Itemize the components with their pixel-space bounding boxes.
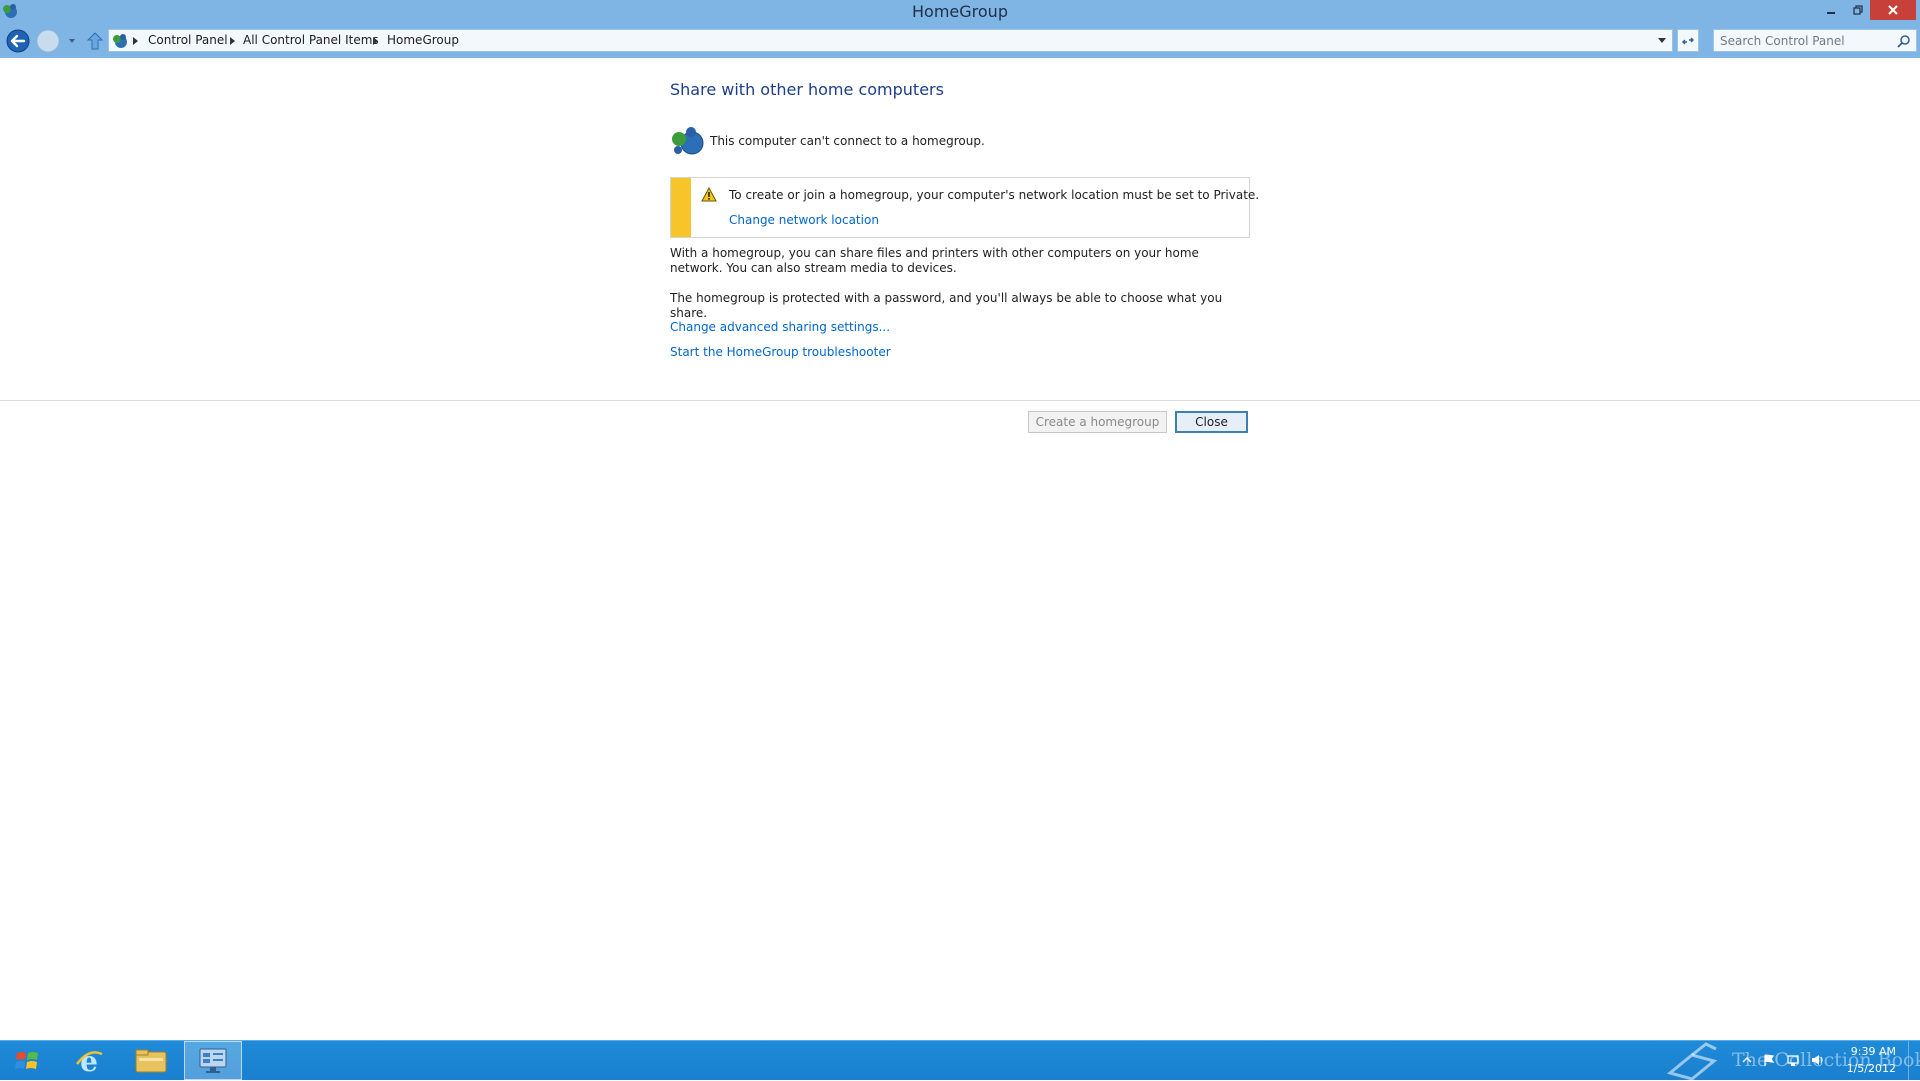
window-title: HomeGroup <box>912 2 1008 21</box>
homegroup-troubleshooter-link[interactable]: Start the HomeGroup troubleshooter <box>670 345 891 359</box>
minimize-button[interactable] <box>1816 0 1846 20</box>
recent-pages-dropdown-icon[interactable] <box>66 35 78 47</box>
homegroup-description: With a homegroup, you can share files an… <box>670 246 1199 275</box>
action-center-flag-icon[interactable] <box>1762 1053 1776 1067</box>
search-input[interactable] <box>1720 33 1890 48</box>
close-window-button[interactable] <box>1870 0 1916 20</box>
taskbar: e The Collection Book 9:39 AM 1/5/2012 <box>0 1040 1920 1081</box>
volume-icon[interactable] <box>1810 1053 1824 1067</box>
taskbar-control-panel[interactable] <box>184 1041 242 1080</box>
taskbar-internet-explorer[interactable]: e <box>60 1041 118 1080</box>
file-explorer-icon <box>135 1049 167 1072</box>
control-panel-icon <box>199 1048 227 1073</box>
breadcrumb-chevron-icon[interactable] <box>373 37 378 45</box>
homegroup-password-note: The homegroup is protected with a passwo… <box>670 291 1223 320</box>
warning-text: To create or join a homegroup, your comp… <box>729 188 1260 202</box>
forward-arrow-icon <box>36 29 60 53</box>
address-dropdown-icon[interactable] <box>1658 38 1666 43</box>
show-hidden-icons-icon[interactable] <box>1740 1053 1754 1067</box>
taskbar-file-explorer[interactable] <box>122 1041 180 1080</box>
close-icon <box>1888 5 1898 15</box>
restore-icon <box>1853 5 1863 15</box>
up-arrow-icon[interactable] <box>86 31 104 51</box>
address-bar[interactable]: Control Panel All Control Panel Items Ho… <box>108 29 1673 52</box>
network-icon[interactable] <box>1786 1053 1800 1067</box>
page-title: Share with other home computers <box>670 80 944 99</box>
windows-logo-icon <box>15 1052 38 1069</box>
breadcrumb-chevron-icon[interactable] <box>230 37 235 45</box>
search-icon[interactable] <box>1897 34 1911 48</box>
restore-button[interactable] <box>1846 0 1870 20</box>
advanced-sharing-settings-link[interactable]: Change advanced sharing settings... <box>670 320 890 334</box>
title-bar: HomeGroup Control Panel All Control Pane… <box>0 0 1920 58</box>
refresh-icon <box>1682 37 1694 44</box>
control-panel-location-icon <box>113 34 127 48</box>
svg-text:e: e <box>80 1046 98 1076</box>
search-box[interactable] <box>1713 29 1917 52</box>
create-homegroup-button[interactable]: Create a homegroup <box>1028 411 1167 433</box>
refresh-button[interactable] <box>1677 29 1699 52</box>
status-text: This computer can't connect to a homegro… <box>710 134 985 148</box>
breadcrumb-control-panel[interactable]: Control Panel <box>148 33 228 48</box>
breadcrumb-all-items[interactable]: All Control Panel Items <box>243 33 379 48</box>
warning-stripe <box>671 178 691 237</box>
back-arrow-icon <box>6 29 30 53</box>
forward-button[interactable] <box>35 28 61 54</box>
homegroup-icon <box>672 127 704 155</box>
close-button[interactable]: Close <box>1175 411 1248 433</box>
minimize-icon <box>1827 12 1835 14</box>
book-logo-icon <box>1666 1042 1718 1081</box>
divider <box>0 400 1920 401</box>
breadcrumb-homegroup[interactable]: HomeGroup <box>387 33 459 48</box>
change-network-location-link[interactable]: Change network location <box>729 213 879 227</box>
warning-box: To create or join a homegroup, your comp… <box>670 177 1259 238</box>
clock-time[interactable]: 9:39 AM <box>1836 1045 1896 1058</box>
internet-explorer-icon: e <box>76 1046 103 1076</box>
breadcrumb-chevron-icon[interactable] <box>133 37 138 45</box>
start-button[interactable] <box>0 1041 54 1081</box>
back-button[interactable] <box>5 28 31 54</box>
show-desktop-button[interactable] <box>1908 1041 1920 1081</box>
warning-icon <box>701 187 717 202</box>
clock-date[interactable]: 1/5/2012 <box>1836 1062 1896 1075</box>
